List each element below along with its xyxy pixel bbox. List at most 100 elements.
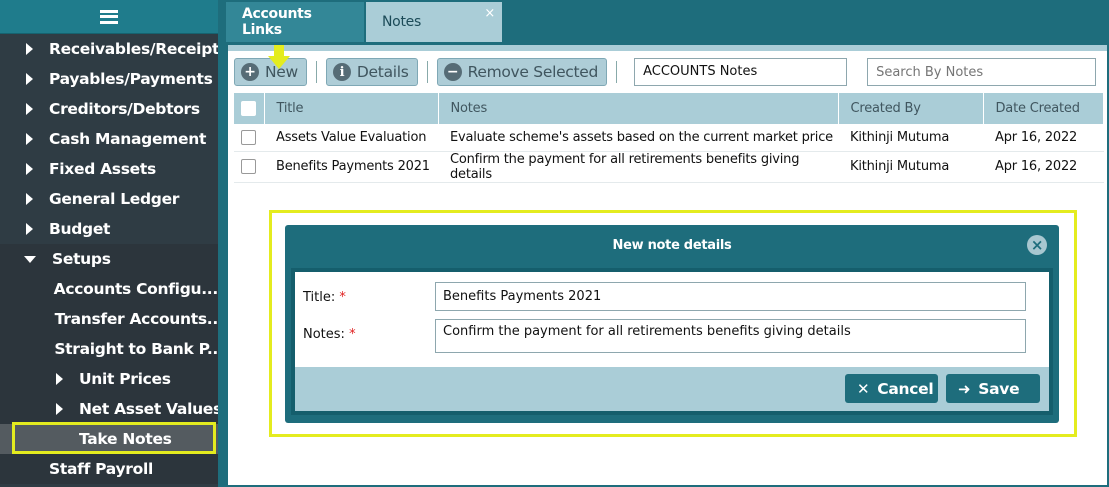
- tab-label: Notes: [382, 14, 421, 30]
- sidebar-item-label: Unit Prices: [79, 370, 171, 388]
- tab-label: Accounts Links: [242, 6, 312, 38]
- table-header-row: Title Notes Created By Date Created: [234, 93, 1104, 124]
- take-notes-highlight: [12, 422, 216, 454]
- notes-textarea[interactable]: Confirm the payment for all retirements …: [435, 319, 1026, 353]
- tab-bar: Accounts Links Notes ×: [218, 0, 1109, 42]
- minus-circle-icon: −: [443, 63, 462, 81]
- caret-right-icon: [56, 373, 63, 385]
- sidebar-item-label: Transfer Accounts..: [54, 310, 218, 328]
- save-button[interactable]: ➜ Save: [946, 374, 1040, 403]
- caret-right-icon: [26, 223, 33, 235]
- caret-right-icon: [26, 43, 33, 55]
- sidebar-item-label: Net Asset Values: [79, 400, 218, 418]
- table-row[interactable]: Benefits Payments 2021 Confirm the payme…: [234, 151, 1104, 183]
- cell-date: Apr 16, 2022: [983, 151, 1104, 183]
- close-tab-icon[interactable]: ×: [484, 6, 495, 21]
- remove-selected-button[interactable]: − Remove Selected: [436, 58, 608, 86]
- select-all-cell: [234, 93, 265, 124]
- save-button-label: Save: [978, 379, 1020, 398]
- sidebar-item-transfer-accounts[interactable]: Transfer Accounts..: [0, 304, 218, 334]
- details-button[interactable]: i Details: [325, 58, 418, 86]
- plus-circle-icon: +: [241, 63, 259, 81]
- sidebar-item-budget[interactable]: Budget: [0, 214, 218, 244]
- sidebar-item-label: Creditors/Debtors: [49, 100, 200, 118]
- sidebar-item-accounts-configu[interactable]: Accounts Configu...: [0, 274, 218, 304]
- notes-table: Title Notes Created By Date Created Asse…: [234, 93, 1104, 183]
- notes-label: Notes: *: [303, 327, 356, 342]
- sidebar-item-label: Staff Payroll: [49, 460, 153, 478]
- toolbar-divider: [426, 61, 428, 83]
- sidebar-item-label: Receivables/Receipts: [49, 40, 218, 58]
- sidebar-item-staff-payroll[interactable]: Staff Payroll: [0, 454, 218, 484]
- new-note-dialog: New note details × Title: * Benefits Pay…: [285, 225, 1059, 423]
- dialog-footer: ✕ Cancel ➜ Save: [295, 367, 1049, 411]
- column-header-notes[interactable]: Notes: [438, 93, 839, 124]
- dialog-title: New note details: [612, 237, 732, 253]
- sidebar-item-payables-payments[interactable]: Payables/Payments: [0, 64, 218, 94]
- row-select-cell: [234, 151, 264, 183]
- column-header-date-created[interactable]: Date Created: [983, 93, 1104, 124]
- sidebar-item-label: Budget: [49, 220, 111, 238]
- sidebar-item-general-ledger[interactable]: General Ledger: [0, 184, 218, 214]
- details-button-label: Details: [356, 63, 409, 81]
- cancel-button[interactable]: ✕ Cancel: [845, 374, 938, 403]
- toolbar-divider: [616, 61, 618, 83]
- sidebar-item-unit-prices[interactable]: Unit Prices: [0, 364, 218, 394]
- row-select-cell: [234, 124, 264, 152]
- caret-right-icon: [26, 133, 33, 145]
- remove-button-label: Remove Selected: [467, 63, 599, 81]
- sidebar-item-creditors-debtors[interactable]: Creditors/Debtors: [0, 94, 218, 124]
- required-mark: *: [339, 290, 346, 305]
- sidebar-item-fixed-assets[interactable]: Fixed Assets: [0, 154, 218, 184]
- menu-toggle[interactable]: [0, 0, 218, 34]
- toolbar: + New i Details − Remove Selected ACCOUN…: [228, 51, 1107, 93]
- info-icon: i: [332, 63, 351, 81]
- search-notes-input[interactable]: [867, 58, 1097, 86]
- caret-right-icon: [26, 103, 33, 115]
- account-name-field[interactable]: ACCOUNTS Notes: [634, 58, 848, 86]
- title-input[interactable]: Benefits Payments 2021: [435, 282, 1026, 311]
- dialog-header: New note details ×: [285, 225, 1059, 265]
- sidebar-item-label: Cash Management: [49, 130, 207, 148]
- dialog-body: Title: * Benefits Payments 2021 Notes: *…: [291, 268, 1053, 415]
- sidebar-item-receivables-receipts[interactable]: Receivables/Receipts: [0, 34, 218, 64]
- cell-title: Benefits Payments 2021: [264, 151, 438, 183]
- column-header-title[interactable]: Title: [264, 93, 439, 124]
- column-header-created-by[interactable]: Created By: [838, 93, 984, 124]
- title-label-text: Title:: [303, 290, 336, 305]
- row-checkbox[interactable]: [241, 159, 256, 174]
- close-icon[interactable]: ×: [1027, 235, 1047, 255]
- required-mark: *: [349, 327, 356, 342]
- sidebar-item-label: Accounts Configu...: [53, 280, 218, 298]
- select-all-checkbox[interactable]: [241, 101, 256, 116]
- caret-right-icon: [56, 403, 63, 415]
- sign-in-icon: ➜: [958, 379, 971, 398]
- cancel-button-label: Cancel: [877, 379, 934, 398]
- sidebar-item-net-asset-values[interactable]: Net Asset Values: [0, 394, 218, 424]
- tab-accounts-links[interactable]: Accounts Links: [226, 2, 364, 42]
- sidebar-item-label: Setups: [52, 250, 111, 268]
- cell-created-by: Kithinji Mutuma: [838, 151, 983, 183]
- hamburger-icon: [100, 9, 118, 24]
- caret-right-icon: [26, 163, 33, 175]
- sidebar-item-label: Payables/Payments: [49, 70, 213, 88]
- tab-notes[interactable]: Notes ×: [366, 2, 502, 42]
- close-x-icon: ✕: [857, 379, 870, 398]
- sidebar-item-label: General Ledger: [49, 190, 180, 208]
- sidebar-item-label: Fixed Assets: [49, 160, 156, 178]
- sidebar-item-setups[interactable]: Setups: [0, 244, 218, 274]
- sidebar: Receivables/Receipts Payables/Payments Cre…: [0, 0, 218, 487]
- caret-right-icon: [26, 193, 33, 205]
- cell-notes: Evaluate scheme's assets based on the cu…: [438, 124, 838, 152]
- row-checkbox[interactable]: [241, 129, 256, 145]
- toolbar-divider: [315, 61, 317, 83]
- sidebar-item-cash-management[interactable]: Cash Management: [0, 124, 218, 154]
- caret-right-icon: [26, 73, 33, 85]
- cell-created-by: Kithinji Mutuma: [838, 124, 983, 152]
- table-row[interactable]: Assets Value Evaluation Evaluate scheme'…: [234, 124, 1104, 152]
- cell-title: Assets Value Evaluation: [264, 124, 438, 152]
- sidebar-item-label: Straight to Bank P..: [54, 340, 218, 358]
- notes-label-text: Notes:: [303, 327, 345, 342]
- sidebar-item-straight-to-bank-p[interactable]: Straight to Bank P..: [0, 334, 218, 364]
- sidebar-nav: Receivables/Receipts Payables/Payments Cre…: [0, 34, 218, 484]
